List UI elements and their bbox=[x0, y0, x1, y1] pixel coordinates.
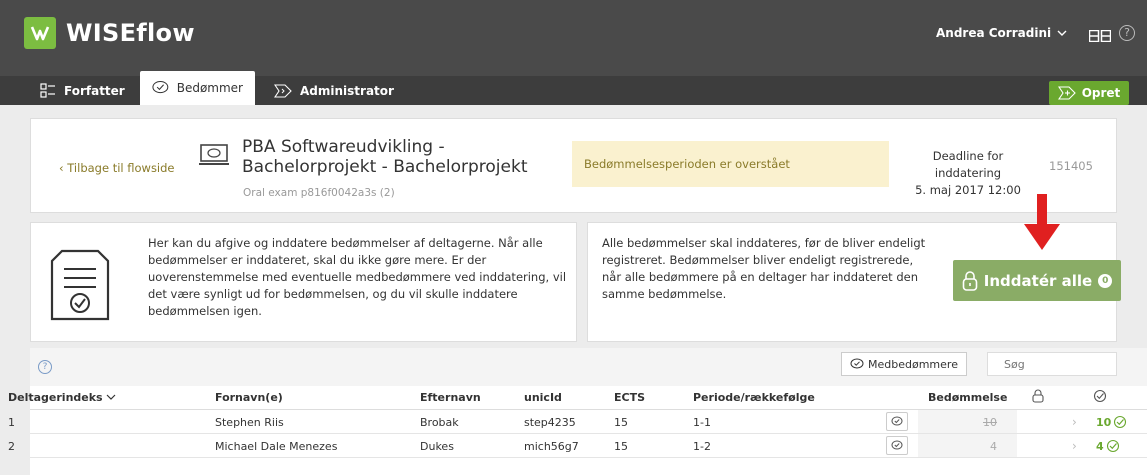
chat-check-icon bbox=[891, 440, 903, 450]
final-grade-value: 10 bbox=[1096, 415, 1112, 429]
flow-subtitle: Oral exam p816f0042a3s (2) bbox=[243, 187, 395, 199]
col-unicid[interactable]: unicId bbox=[524, 391, 562, 404]
grade-value: 4 bbox=[990, 440, 997, 453]
chevron-down-icon bbox=[1057, 30, 1067, 36]
medbed-label: Medbedømmere bbox=[868, 357, 958, 371]
lock-icon bbox=[1032, 389, 1044, 406]
check-circle-icon bbox=[1093, 389, 1107, 406]
tab-label: Forfatter bbox=[64, 83, 125, 98]
cell-period: 1-2 bbox=[693, 440, 711, 453]
grade-cell[interactable]: 10 bbox=[918, 410, 1017, 433]
help-icon[interactable]: ? bbox=[1119, 25, 1135, 41]
check-circle-icon bbox=[1114, 415, 1127, 429]
col-index[interactable]: Deltagerindeks bbox=[8, 391, 116, 404]
ea-logo-icon bbox=[1088, 27, 1112, 46]
back-to-flow-link[interactable]: ‹ Tilbage til flowside bbox=[59, 161, 175, 175]
inddater-label: Inddatér alle bbox=[983, 271, 1093, 290]
inddater-alle-button[interactable]: Inddatér alle 0 bbox=[953, 260, 1121, 301]
document-check-icon bbox=[48, 247, 112, 327]
final-grade: 10 bbox=[1096, 415, 1127, 429]
chat-check-icon bbox=[891, 416, 903, 426]
role-tabs: Forfatter Bedømmer Administrator bbox=[0, 71, 1147, 105]
participants-table: ? Medbedømmere Deltagerindeks Fornavn(e)… bbox=[8, 348, 1147, 475]
chevron-left-icon: ‹ bbox=[59, 161, 64, 175]
col-firstname[interactable]: Fornavn(e) bbox=[215, 391, 283, 404]
table-header: Deltagerindeks Fornavn(e) Efternavn unic… bbox=[8, 386, 1147, 410]
chat-check-icon bbox=[850, 358, 864, 369]
grade-cell[interactable]: 4 bbox=[918, 434, 1017, 457]
cell-ects: 15 bbox=[614, 440, 628, 453]
final-grade: 4 bbox=[1096, 439, 1120, 453]
red-arrow-down-icon bbox=[1022, 194, 1062, 256]
opret-label: Opret bbox=[1081, 86, 1121, 100]
col-ects[interactable]: ECTS bbox=[614, 391, 645, 404]
col-lastname[interactable]: Efternavn bbox=[420, 391, 481, 404]
cell-lastname: Brobak bbox=[420, 416, 459, 429]
lock-icon bbox=[962, 270, 978, 291]
top-header: WISEflow Andrea Corradini ? bbox=[0, 0, 1147, 76]
chat-check-icon bbox=[152, 80, 169, 94]
wiseflow-logo-icon bbox=[24, 17, 56, 49]
tab-bedommer[interactable]: Bedømmer bbox=[140, 71, 255, 105]
monitor-icon bbox=[199, 143, 229, 173]
tab-forfatter[interactable]: Forfatter bbox=[28, 76, 137, 105]
cell-lastname: Dukes bbox=[420, 440, 454, 453]
user-name: Andrea Corradini bbox=[936, 26, 1052, 40]
cell-firstname: Stephen Riis bbox=[215, 416, 284, 429]
cell-firstname: Michael Dale Menezes bbox=[215, 440, 338, 453]
chevron-down-icon bbox=[107, 394, 116, 400]
check-circle-icon bbox=[1106, 439, 1119, 453]
flow-arrow-icon bbox=[274, 83, 292, 98]
brand-name: WISEflow bbox=[66, 19, 195, 47]
table-row[interactable]: 1 Stephen Riis Brobak step4235 15 1-1 10… bbox=[8, 410, 1147, 434]
deadline: Deadline for inddatering 5. maj 2017 12:… bbox=[903, 148, 1033, 199]
opret-button[interactable]: Opret bbox=[1049, 81, 1129, 105]
help-icon[interactable]: ? bbox=[38, 360, 52, 374]
comment-button[interactable] bbox=[886, 412, 908, 431]
flow-add-icon bbox=[1057, 86, 1076, 100]
tab-administrator[interactable]: Administrator bbox=[262, 76, 406, 105]
count-badge: 0 bbox=[1098, 273, 1113, 288]
flow-header-card: ‹ Tilbage til flowside PBA Softwareudvik… bbox=[30, 118, 1117, 213]
col-grade[interactable]: Bedømmelse bbox=[928, 391, 1007, 404]
flow-title: PBA Softwareudvikling - Bachelorprojekt … bbox=[242, 137, 528, 177]
deadline-value: 5. maj 2017 12:00 bbox=[915, 183, 1021, 197]
chevron-right-icon[interactable]: › bbox=[1072, 415, 1077, 429]
cell-unicid: mich56g7 bbox=[524, 440, 579, 453]
tab-label: Administrator bbox=[300, 83, 394, 98]
col-period[interactable]: Periode/rækkefølge bbox=[693, 391, 815, 404]
tab-label: Bedømmer bbox=[176, 81, 243, 95]
user-menu[interactable]: Andrea Corradini bbox=[936, 26, 1067, 40]
table-row[interactable]: 2 Michael Dale Menezes Dukes mich56g7 15… bbox=[8, 434, 1147, 458]
submit-info-text: Alle bedømmelser skal inddateres, før de… bbox=[602, 236, 926, 301]
cell-unicid: step4235 bbox=[524, 416, 576, 429]
col-index-label: Deltagerindeks bbox=[8, 391, 103, 404]
info-text: Her kan du afgive og inddatere bedømmels… bbox=[148, 236, 567, 318]
chevron-right-icon[interactable]: › bbox=[1072, 439, 1077, 453]
info-card: Her kan du afgive og inddatere bedømmels… bbox=[30, 222, 577, 342]
cell-index: 2 bbox=[8, 440, 15, 453]
final-grade-value: 4 bbox=[1096, 439, 1104, 453]
deadline-label: Deadline for inddatering bbox=[932, 149, 1004, 180]
back-label: Tilbage til flowside bbox=[67, 161, 175, 175]
medbedommere-button[interactable]: Medbedømmere bbox=[841, 352, 967, 376]
grade-value: 10 bbox=[983, 416, 997, 429]
search-input[interactable] bbox=[987, 352, 1117, 376]
checklist-icon bbox=[40, 82, 55, 98]
brand[interactable]: WISEflow bbox=[24, 17, 195, 49]
status-notice: Bedømmelsesperioden er overstået bbox=[572, 141, 889, 187]
table-toolbar: ? Medbedømmere bbox=[30, 348, 1147, 386]
cell-index: 1 bbox=[8, 416, 15, 429]
cell-period: 1-1 bbox=[693, 416, 711, 429]
cell-ects: 15 bbox=[614, 416, 628, 429]
comment-button[interactable] bbox=[886, 436, 908, 455]
flow-id: 151405 bbox=[1049, 159, 1093, 173]
